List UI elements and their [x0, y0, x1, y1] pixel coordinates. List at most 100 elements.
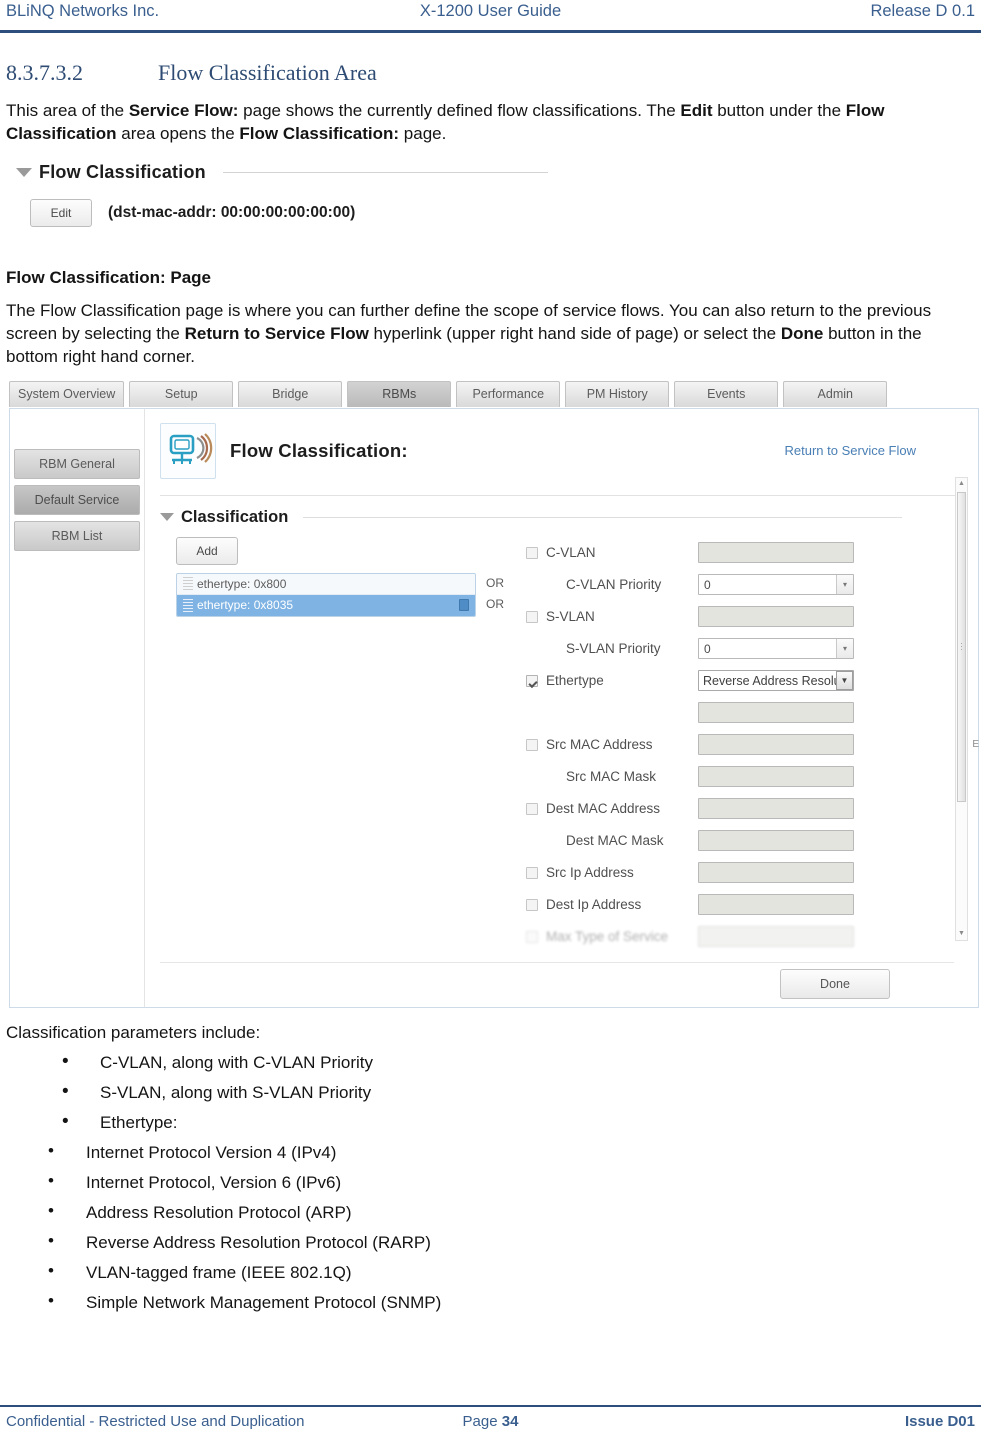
field-label: S-VLAN Priority	[566, 641, 661, 657]
checkbox-max-type-of-service[interactable]	[526, 930, 538, 943]
intro-bold-flow-classification-page: Flow Classification:	[239, 123, 400, 143]
scrollbar-thumb[interactable]	[957, 491, 966, 802]
field-row: Src Ip Address	[526, 857, 978, 889]
list-item: Internet Protocol, Version 6 (IPv6)	[48, 1171, 971, 1193]
spinner-value: 0	[704, 577, 711, 592]
checkbox-s-vlan[interactable]	[526, 610, 538, 623]
intro-text-2: page shows the currently defined flow cl…	[238, 101, 681, 120]
field-row: C-VLAN	[526, 537, 978, 569]
text-input[interactable]	[698, 862, 854, 884]
page-header: BLiNQ Networks Inc. X-1200 User Guide Re…	[0, 0, 981, 34]
field-label: Src Ip Address	[546, 865, 634, 881]
sidebar-item-default-service[interactable]: Default Service	[14, 484, 140, 515]
app-tab-bar: System Overview Setup Bridge RBMs Performanc…	[9, 380, 979, 409]
done-button-wrap: Done	[780, 968, 890, 999]
checkbox-src-mac-address[interactable]	[526, 738, 538, 751]
header-divider	[0, 30, 981, 33]
text-input[interactable]	[698, 798, 854, 820]
classification-parameters-list: C-VLAN, along with C-VLAN Priority S-VLAN…	[6, 1051, 971, 1133]
checkbox-ethertype[interactable]	[526, 674, 538, 687]
field-label: Dest Ip Address	[546, 897, 642, 913]
or-operator-label: OR	[486, 575, 504, 590]
done-button[interactable]: Done	[780, 968, 890, 999]
text-input[interactable]	[698, 606, 854, 628]
sidebar-item-rbm-general[interactable]: RBM General	[14, 448, 140, 479]
text-input[interactable]	[698, 926, 854, 948]
drag-handle-icon[interactable]	[183, 577, 193, 591]
app-sidebar: RBM General Default Service RBM List	[10, 408, 145, 1007]
spinner-stepper-icon[interactable]: ▾	[836, 639, 853, 659]
header-company: BLiNQ Networks Inc.	[6, 2, 160, 20]
add-button[interactable]: Add	[176, 536, 238, 565]
ethertype-select[interactable]: Reverse Address Resolutio▼	[698, 670, 854, 692]
intro-bold-service-flow: Service Flow:	[128, 101, 239, 120]
tab-pm-history[interactable]: PM History	[565, 380, 670, 407]
tab-admin[interactable]: Admin	[783, 380, 888, 407]
classification-header-rule	[303, 516, 902, 518]
field-label: Max Type of Service	[546, 929, 669, 945]
list-lead-text: Classification parameters include:	[6, 1022, 261, 1042]
text-input[interactable]	[698, 542, 854, 564]
text-input[interactable]	[698, 702, 854, 724]
classification-list: ethertype: 0x800 ethertype: 0x8035 OR OR	[176, 572, 520, 617]
footer-page-number: Page 34	[0, 1413, 981, 1430]
intro-text-1: This area of the	[6, 101, 129, 120]
list-item: Reverse Address Resolution Protocol (RAR…	[48, 1231, 971, 1253]
section-title: Flow Classification Area	[158, 60, 377, 85]
tab-events[interactable]: Events	[674, 380, 779, 407]
ethertype-options-list: Internet Protocol Version 4 (IPv4) Intern…	[6, 1141, 971, 1313]
classification-collapse-triangle-icon[interactable]	[160, 513, 174, 522]
classification-panel-body: Add ethertype: 0x800 ethertype: 0x8035 OR…	[160, 536, 978, 953]
collapse-triangle-icon[interactable]	[16, 167, 32, 177]
app-frame: RBM General Default Service RBM List Flo…	[9, 407, 979, 1008]
tab-bridge[interactable]: Bridge	[238, 380, 343, 407]
scroll-down-arrow-icon[interactable]: ▼	[956, 928, 967, 940]
checkbox-dest-mac-address[interactable]	[526, 802, 538, 815]
drag-handle-icon[interactable]	[183, 598, 193, 612]
checkbox-c-vlan[interactable]	[526, 546, 538, 559]
spinner-input[interactable]: 0 ▾	[698, 638, 854, 660]
scroll-up-arrow-icon[interactable]: ▲	[956, 478, 967, 490]
scrollbar-thumb-grip-icon	[961, 642, 962, 651]
app-page-title: Flow Classification:	[230, 439, 408, 461]
text-input[interactable]	[698, 766, 854, 788]
text-input[interactable]	[698, 894, 854, 916]
checkbox-dest-ip-address[interactable]	[526, 898, 538, 911]
classification-rows: ethertype: 0x800 ethertype: 0x8035	[176, 572, 476, 617]
tab-system-overview[interactable]: System Overview	[9, 380, 125, 407]
field-row: S-VLAN Priority 0 ▾	[526, 633, 978, 665]
app-footer-divider	[160, 961, 954, 963]
classification-row[interactable]: ethertype: 0x8035	[177, 594, 475, 616]
field-label: C-VLAN	[546, 545, 596, 561]
field-row: S-VLAN	[526, 601, 978, 633]
footer-issue: Issue D01	[904, 1413, 975, 1430]
classification-row[interactable]: ethertype: 0x800	[177, 573, 475, 595]
sidebar-item-rbm-list[interactable]: RBM List	[14, 520, 140, 551]
intro-bold-edit: Edit	[680, 101, 713, 120]
classification-scrollbar[interactable]: ▲ ▼	[955, 476, 968, 941]
tab-performance[interactable]: Performance	[456, 380, 561, 407]
text-input[interactable]	[698, 830, 854, 852]
flow-classification-panel-body: Edit (dst-mac-addr: 00:00:00:00:00:00)	[8, 198, 608, 227]
checkbox-src-ip-address[interactable]	[526, 866, 538, 879]
text-input[interactable]	[698, 734, 854, 756]
trash-icon[interactable]	[459, 599, 469, 612]
field-row: C-VLAN Priority 0 ▾	[526, 569, 978, 601]
spinner-input[interactable]: 0 ▾	[698, 574, 854, 596]
field-row: Dest MAC Address	[526, 793, 978, 825]
intro-text-4: area opens the	[116, 123, 240, 143]
scrollbar-marker: E	[972, 738, 979, 750]
header-release: Release D 0.1	[870, 2, 975, 20]
list-item: VLAN-tagged frame (IEEE 802.1Q)	[48, 1261, 971, 1283]
field-label: Ethertype	[546, 673, 604, 689]
chevron-down-icon[interactable]: ▼	[836, 671, 853, 691]
spinner-stepper-icon[interactable]: ▾	[836, 575, 853, 595]
tab-setup[interactable]: Setup	[129, 380, 234, 407]
tab-rbms[interactable]: RBMs	[347, 380, 452, 407]
return-to-service-flow-link[interactable]: Return to Service Flow	[785, 443, 917, 458]
flow-classification-panel-title: Flow Classification	[39, 161, 206, 182]
field-row: Ethertype Reverse Address Resolutio▼	[526, 665, 978, 697]
list-item: S-VLAN, along with S-VLAN Priority	[62, 1081, 971, 1103]
intro-text-3: button under the	[712, 101, 846, 120]
edit-button[interactable]: Edit	[30, 198, 92, 227]
